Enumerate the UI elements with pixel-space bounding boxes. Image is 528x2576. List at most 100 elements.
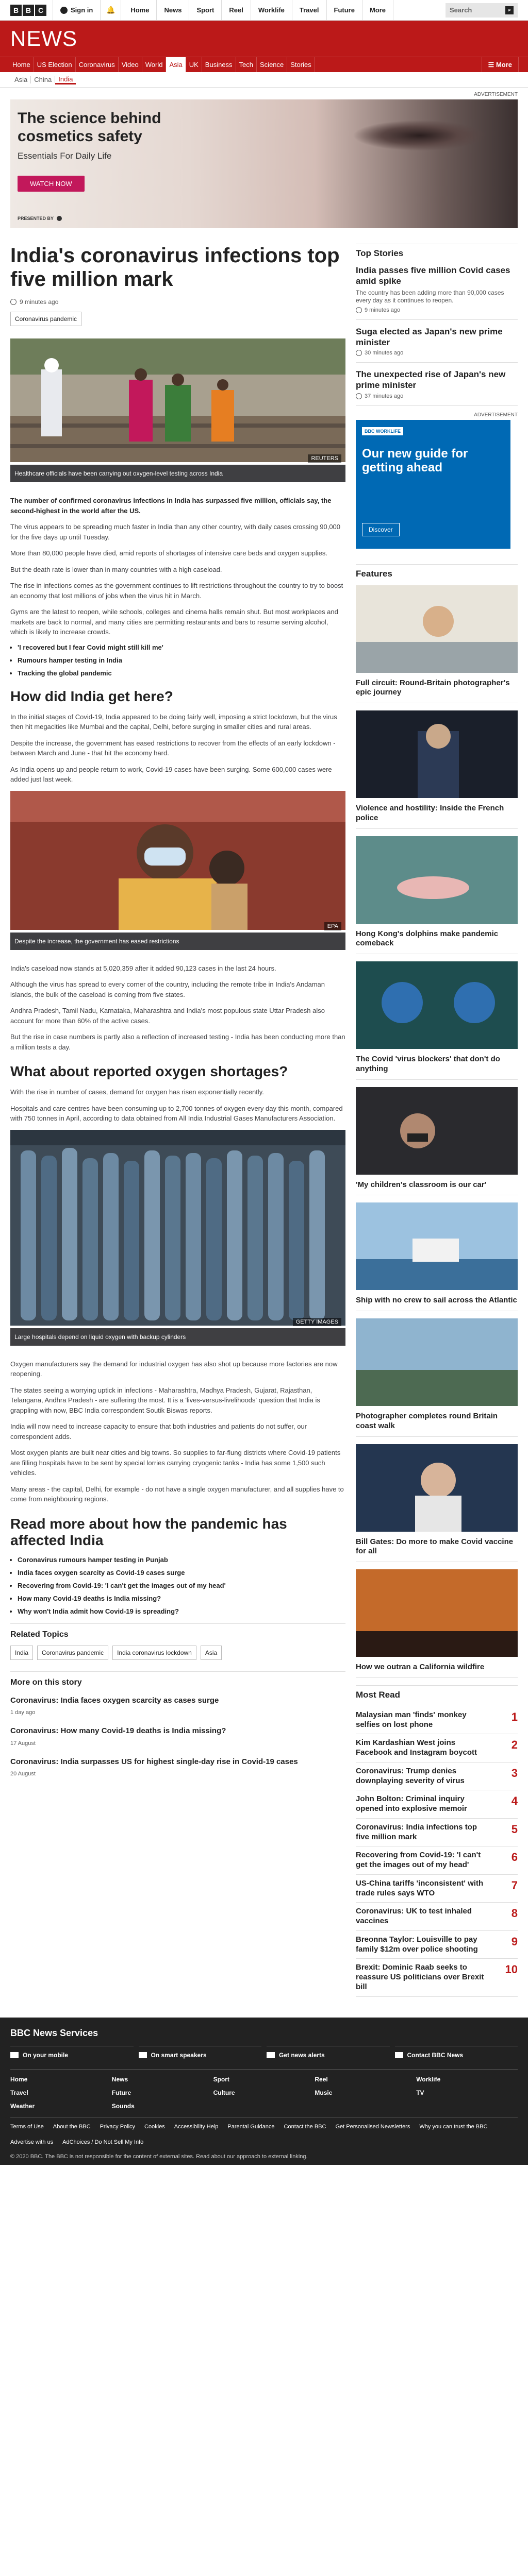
footer-legal-link[interactable]: Privacy Policy (100, 2124, 135, 2130)
footer-section-link[interactable]: Home (10, 2076, 112, 2083)
top-story-item[interactable]: The unexpected rise of Japan's new prime… (356, 369, 518, 406)
news-title[interactable]: NEWS (10, 26, 77, 51)
footer-legal-link[interactable]: Advertise with us (10, 2139, 53, 2145)
related-link[interactable]: Tracking the global pandemic (18, 669, 345, 677)
ad-watch-now-button[interactable]: WATCH NOW (18, 176, 85, 192)
news-nav-home[interactable]: Home (9, 57, 34, 72)
footer-legal-link[interactable]: Parental Guidance (227, 2124, 274, 2130)
news-nav-video[interactable]: Video (119, 57, 142, 72)
global-nav-more[interactable]: More (362, 0, 394, 21)
footer-legal-link[interactable]: Contact the BBC (284, 2124, 326, 2130)
more-story-item[interactable]: Coronavirus: India faces oxygen scarcity… (10, 1696, 345, 1716)
cosmetics-ad-banner[interactable]: The science behind cosmetics safety Esse… (10, 99, 518, 228)
news-nav-coronavirus[interactable]: Coronavirus (76, 57, 119, 72)
global-nav-reel[interactable]: Reel (222, 0, 251, 21)
more-story-item[interactable]: Coronavirus: How many Covid-19 deaths is… (10, 1726, 345, 1747)
search-input[interactable]: Search ⌕ (446, 3, 518, 18)
read-more-link[interactable]: Recovering from Covid-19: 'I can't get t… (18, 1582, 345, 1589)
feature-item[interactable]: Hong Kong's dolphins make pandemic comeb… (356, 836, 518, 955)
more-story-item[interactable]: Coronavirus: India surpasses US for high… (10, 1757, 345, 1777)
global-nav-sport[interactable]: Sport (189, 0, 222, 21)
most-read-item[interactable]: Coronavirus: Trump denies downplaying se… (356, 1762, 518, 1791)
bbc-logo[interactable]: B B C (10, 4, 46, 16)
footer-service-link[interactable]: On smart speakers (138, 2045, 261, 2059)
feature-item[interactable]: How we outran a California wildfire (356, 1569, 518, 1678)
footer-legal-link[interactable]: Terms of Use (10, 2124, 44, 2130)
notifications-bell-icon[interactable]: 🔔 (101, 0, 122, 21)
most-read-item[interactable]: Recovering from Covid-19: 'I can't get t… (356, 1846, 518, 1875)
footer-section-link[interactable]: Worklife (416, 2076, 518, 2083)
footer-section-link[interactable]: Future (112, 2089, 213, 2096)
global-nav-travel[interactable]: Travel (292, 0, 327, 21)
news-nav-business[interactable]: Business (202, 57, 236, 72)
global-nav-news[interactable]: News (157, 0, 190, 21)
footer-section-link[interactable]: TV (416, 2089, 518, 2096)
news-nav-asia[interactable]: Asia (166, 57, 186, 72)
read-more-link[interactable]: Why won't India admit how Covid-19 is sp… (18, 1607, 345, 1615)
footer-legal-link[interactable]: Get Personalised Newsletters (335, 2124, 410, 2130)
feature-item[interactable]: Full circuit: Round-Britain photographer… (356, 585, 518, 704)
news-nav-science[interactable]: Science (257, 57, 288, 72)
footer-section-link[interactable]: Culture (213, 2089, 315, 2096)
most-read-item[interactable]: Malaysian man 'finds' monkey selfies on … (356, 1706, 518, 1735)
footer-section-link[interactable]: Music (315, 2089, 416, 2096)
feature-item[interactable]: Photographer completes round Britain coa… (356, 1318, 518, 1437)
subnav-asia[interactable]: Asia (11, 76, 31, 83)
news-nav-more[interactable]: ☰ More (481, 57, 519, 72)
news-nav-uk[interactable]: UK (186, 57, 202, 72)
most-read-item[interactable]: Kim Kardashian West joins Facebook and I… (356, 1734, 518, 1762)
most-read-item[interactable]: John Bolton: Criminal inquiry opened int… (356, 1790, 518, 1819)
footer-service-link[interactable]: Contact BBC News (394, 2045, 518, 2059)
topic-tag[interactable]: Coronavirus pandemic (10, 312, 82, 326)
read-more-link[interactable]: India faces oxygen scarcity as Covid-19 … (18, 1569, 345, 1577)
footer-legal-link[interactable]: Cookies (144, 2124, 165, 2130)
most-read-item[interactable]: Breonna Taylor: Louisville to pay family… (356, 1931, 518, 1959)
feature-item[interactable]: Ship with no crew to sail across the Atl… (356, 1202, 518, 1312)
news-nav-us-election[interactable]: US Election (34, 57, 76, 72)
most-read-item[interactable]: Coronavirus: UK to test inhaled vaccines… (356, 1903, 518, 1931)
article-paragraph: But the death rate is lower than in many… (10, 565, 222, 573)
top-story-item[interactable]: India passes five million Covid cases am… (356, 265, 518, 320)
footer-service-link[interactable]: Get news alerts (267, 2045, 390, 2059)
most-read-item[interactable]: Coronavirus: India infections top five m… (356, 1819, 518, 1847)
footer-section-link[interactable]: Travel (10, 2089, 112, 2096)
footer-section-link[interactable]: Sounds (112, 2103, 213, 2110)
related-link[interactable]: Rumours hamper testing in India (18, 656, 345, 664)
related-topic-tag[interactable]: Asia (200, 1645, 222, 1660)
footer-section-link[interactable]: News (112, 2076, 213, 2083)
footer-legal-link[interactable]: Accessibility Help (174, 2124, 219, 2130)
sign-in-link[interactable]: Sign in (53, 0, 101, 21)
feature-item[interactable]: 'My children's classroom is our car' (356, 1087, 518, 1196)
news-nav-stories[interactable]: Stories (287, 57, 315, 72)
news-nav-tech[interactable]: Tech (236, 57, 257, 72)
footer-section-link[interactable]: Sport (213, 2076, 315, 2083)
most-read-item[interactable]: US-China tariffs 'inconsistent' with tra… (356, 1875, 518, 1903)
subnav-india[interactable]: India (55, 75, 76, 84)
news-nav-world[interactable]: World (142, 57, 167, 72)
footer-section-link[interactable]: Weather (10, 2103, 112, 2110)
footer-legal-link[interactable]: Why you can trust the BBC (419, 2124, 487, 2130)
global-nav-home[interactable]: Home (123, 0, 157, 21)
related-topic-tag[interactable]: India (10, 1645, 34, 1660)
footer-legal-link[interactable]: About the BBC (53, 2124, 91, 2130)
related-topic-tag[interactable]: Coronavirus pandemic (37, 1645, 109, 1660)
footer-legal-link[interactable]: AdChoices / Do Not Sell My Info (62, 2139, 143, 2145)
related-topic-tag[interactable]: India coronavirus lockdown (112, 1645, 196, 1660)
footer-section-link[interactable]: Reel (315, 2076, 416, 2083)
global-nav-future[interactable]: Future (327, 0, 362, 21)
worklife-ad[interactable]: BBC WORKLIFE Our new guide for getting a… (356, 419, 510, 549)
most-read-item[interactable]: Brexit: Dominic Raab seeks to reassure U… (356, 1959, 518, 1997)
most-read-headline: Coronavirus: UK to test inhaled vaccines (356, 1907, 472, 1926)
top-story-item[interactable]: Suga elected as Japan's new prime minist… (356, 326, 518, 363)
feature-item[interactable]: Violence and hostility: Inside the Frenc… (356, 710, 518, 829)
subnav-china[interactable]: China (31, 76, 56, 83)
search-icon[interactable]: ⌕ (505, 6, 514, 14)
read-more-link[interactable]: Coronavirus rumours hamper testing in Pu… (18, 1556, 345, 1564)
feature-item[interactable]: The Covid 'virus blockers' that don't do… (356, 961, 518, 1080)
read-more-link[interactable]: How many Covid-19 deaths is India missin… (18, 1595, 345, 1602)
global-nav-worklife[interactable]: Worklife (251, 0, 292, 21)
related-link[interactable]: 'I recovered but I fear Covid might stil… (18, 643, 345, 651)
worklife-ad-discover-button[interactable]: Discover (362, 522, 400, 536)
feature-item[interactable]: Bill Gates: Do more to make Covid vaccin… (356, 1444, 518, 1563)
footer-service-link[interactable]: On your mobile (10, 2045, 134, 2059)
